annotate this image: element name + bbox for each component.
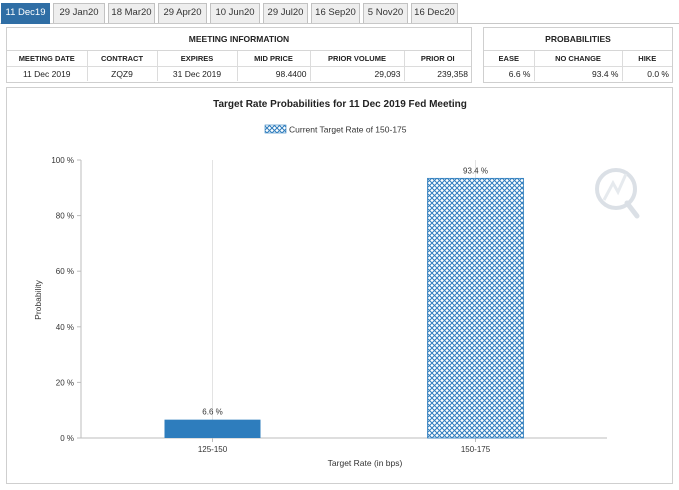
header-contract: CONTRACT xyxy=(87,51,158,67)
watermark-logo-icon xyxy=(595,168,640,219)
meeting-information-title: MEETING INFORMATION xyxy=(7,28,471,51)
probabilities-value-row: 6.6 % 93.4 % 0.0 % xyxy=(484,66,672,81)
mid-price-value: 98.4400 xyxy=(237,66,311,81)
no-change-value: 93.4 % xyxy=(534,66,623,81)
header-prior-oi: PRIOR OI xyxy=(404,51,471,67)
probabilities-panel: PROBABILITIES EASE NO CHANGE HIKE 6.6 % … xyxy=(483,27,673,83)
meeting-date-value: 11 Dec 2019 xyxy=(7,66,88,81)
tab-29-jul20[interactable]: 29 Jul20 xyxy=(263,3,308,23)
chart-bars: 6.6 % 93.4 % xyxy=(164,166,524,439)
expires-value: 31 Dec 2019 xyxy=(157,66,238,81)
contract-value: ZQZ9 xyxy=(87,66,158,81)
hike-value: 0.0 % xyxy=(647,68,669,79)
meeting-information-table: MEETING DATE CONTRACT EXPIRES MID PRICE … xyxy=(7,51,471,81)
header-mid-price: MID PRICE xyxy=(237,51,311,67)
probabilities-title: PROBABILITIES xyxy=(484,28,672,51)
y-tick-label-80: 80 % xyxy=(56,212,74,221)
data-label-150-175: 93.4 % xyxy=(463,166,488,175)
y-tick-label-40: 40 % xyxy=(56,323,74,332)
tab-16-sep20[interactable]: 16 Sep20 xyxy=(311,3,360,23)
probability-chart-svg: Target Rate Probabilities for 11 Dec 201… xyxy=(33,99,640,468)
meeting-information-panel: MEETING INFORMATION MEETING DATE CONTRAC… xyxy=(6,27,472,83)
tab-29-apr20[interactable]: 29 Apr20 xyxy=(158,3,207,23)
legend-label: Current Target Rate of 150-175 xyxy=(289,125,407,135)
bar-125-150 xyxy=(164,419,261,438)
x-tick-label-150-175: 150-175 xyxy=(461,445,491,454)
ease-value: 6.6 % xyxy=(484,66,535,81)
header-meeting-date: MEETING DATE xyxy=(7,51,88,67)
prior-oi-value: 239,358 xyxy=(437,68,468,79)
header-no-change: NO CHANGE xyxy=(534,51,623,67)
tab-11-dec19[interactable]: 11 Dec19 xyxy=(1,3,50,24)
y-tick-label-0: 0 % xyxy=(60,434,74,443)
probabilities-header-row: EASE NO CHANGE HIKE xyxy=(484,51,672,67)
y-axis-label: Probability xyxy=(33,279,43,319)
chart-legend: Current Target Rate of 150-175 xyxy=(264,124,407,135)
tab-10-jun20[interactable]: 10 Jun20 xyxy=(210,3,260,23)
meeting-information-header-row: MEETING DATE CONTRACT EXPIRES MID PRICE … xyxy=(7,51,471,67)
probability-chart: Target Rate Probabilities for 11 Dec 201… xyxy=(6,87,673,484)
x-tick-label-125-150: 125-150 xyxy=(198,445,228,454)
y-tick-label-100: 100 % xyxy=(51,156,74,165)
meeting-information-value-row: 11 Dec 2019 ZQZ9 31 Dec 2019 98.4400 29,… xyxy=(7,66,471,81)
legend-swatch xyxy=(264,124,287,134)
y-tick-label-20: 20 % xyxy=(56,378,74,387)
chart-title: Target Rate Probabilities for 11 Dec 201… xyxy=(213,99,467,110)
tab-29-jan20[interactable]: 29 Jan20 xyxy=(53,3,105,23)
tab-16-dec20[interactable]: 16 Dec20 xyxy=(411,3,458,23)
tab-5-nov20[interactable]: 5 Nov20 xyxy=(363,3,408,23)
tab-18-mar20[interactable]: 18 Mar20 xyxy=(108,3,155,23)
x-axis-label: Target Rate (in bps) xyxy=(328,458,403,468)
meeting-tab-bar: 11 Dec19 29 Jan20 18 Mar20 29 Apr20 10 Jun20… xyxy=(0,0,679,24)
header-prior-volume: PRIOR VOLUME xyxy=(310,51,405,67)
header-ease: EASE xyxy=(484,51,535,67)
header-hike: HIKE xyxy=(622,51,672,67)
bar-150-175 xyxy=(427,177,524,439)
probabilities-table: EASE NO CHANGE HIKE 6.6 % 93.4 % 0.0 % xyxy=(484,51,672,81)
prior-volume-value: 29,093 xyxy=(310,66,405,81)
data-label-125-150: 6.6 % xyxy=(202,408,222,417)
y-tick-label-60: 60 % xyxy=(56,267,74,276)
header-expires: EXPIRES xyxy=(157,51,238,67)
